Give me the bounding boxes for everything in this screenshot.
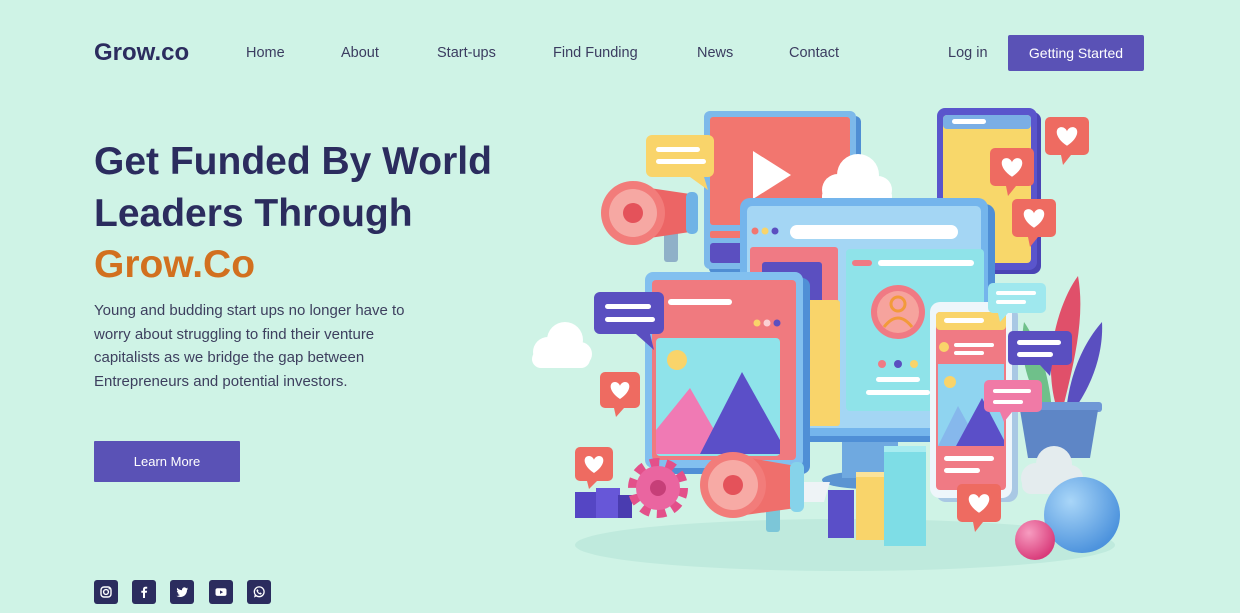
cloud-base [532,350,590,368]
profile-header-line [878,260,974,266]
chat-line [605,317,655,322]
login-link[interactable]: Log in [948,44,988,62]
phone-line [944,456,994,461]
heart-bubble [1045,117,1089,165]
chat-bubble-box [646,135,714,177]
chat-bubble-box [1008,331,1072,365]
youtube-icon [215,588,227,596]
purple-blocks [575,488,632,518]
gear-hole [650,480,666,496]
chat-line [996,291,1036,295]
megaphone-end-cap [686,192,698,234]
sphere-pink [1015,520,1055,560]
whatsapp-icon [253,586,265,598]
heart-bubble [600,372,640,417]
whatsapp-link[interactable] [247,580,271,604]
nav-about[interactable]: About [341,44,379,62]
facebook-link[interactable] [132,580,156,604]
bar-yellow [856,472,884,540]
chat-line [1017,352,1053,357]
profile-line [876,377,920,382]
nav-start-ups[interactable]: Start-ups [437,44,496,62]
facebook-icon [141,586,148,598]
hero-title-line-2: Leaders Through [94,191,413,235]
twitter-icon [176,587,188,597]
window-dot-red [751,227,759,235]
chat-line [993,400,1023,404]
chat-line [996,300,1026,304]
chat-line [656,159,706,164]
twitter-link[interactable] [170,580,194,604]
instagram-icon [100,586,112,598]
chat-bubble-box [594,292,664,334]
hero-description: Young and budding start ups no longer ha… [94,302,405,390]
browser-window-gallery [645,272,810,474]
cloud-icon-left [532,322,592,368]
profile-dot-pink [878,360,886,368]
profile-dot-purple [894,360,902,368]
phone-line [944,468,980,473]
bar-cyan-top [884,446,926,452]
brand-logo[interactable]: Grow.co [94,38,189,68]
chat-line [1017,340,1061,345]
megaphone-bell-center [623,203,643,223]
chat-bubble-box [988,283,1046,313]
chat-bubble-box [984,380,1042,412]
sphere-blue [1044,477,1120,553]
gallery-title-bar [668,299,732,305]
profile-line [866,390,930,395]
block [596,488,620,518]
bar-cyan [884,446,926,546]
heart-bubble [575,447,613,489]
instagram-link[interactable] [94,580,118,604]
gallery-dot-yellow [753,319,761,327]
chat-line [656,147,700,152]
gallery-dot-pink [763,319,771,327]
heart-bubble-tail [614,408,624,417]
profile-tag [852,260,872,266]
bar-purple [828,490,854,538]
image-sun [667,350,687,370]
megaphone-end-cap [790,462,804,512]
hero-title-highlight: Grow.Co [94,243,256,286]
chat-line [993,389,1031,393]
phone-header-line [944,318,984,323]
block [575,492,597,518]
phone-image-sun [944,376,956,388]
nav-news[interactable]: News [697,44,733,62]
phone-line [954,351,984,355]
nav-home[interactable]: Home [246,44,285,62]
profile-dot-yellow [910,360,918,368]
youtube-link[interactable] [209,580,233,604]
nav-contact[interactable]: Contact [789,44,839,62]
yellow-chat-bubble [646,135,714,190]
chat-line [605,304,651,309]
heart-bubble-tail [1061,155,1071,165]
phone-avatar [939,342,949,352]
landing-page: Grow.co Home About Start-ups Find Fundin… [0,0,1240,613]
gallery-dot-purple [773,319,781,327]
address-bar [790,225,958,239]
megaphone-icon-left [601,181,698,262]
heart-bubble-tail [587,481,597,489]
window-dot-yellow [761,227,769,235]
phone-line [954,343,994,347]
window-dot-purple [771,227,779,235]
learn-more-button[interactable]: Learn More [94,441,240,482]
hero-title: Get Funded By World Leaders Through Grow… [94,136,492,291]
digital-marketing-illustration [532,108,1120,571]
bar-yellow-top [856,472,884,477]
megaphone-bell-center [723,475,743,495]
getting-started-button[interactable]: Getting Started [1008,35,1144,71]
feed-panel-title [952,119,986,124]
hero-title-line-1: Get Funded By World [94,140,492,183]
nav-find-funding[interactable]: Find Funding [553,44,638,62]
